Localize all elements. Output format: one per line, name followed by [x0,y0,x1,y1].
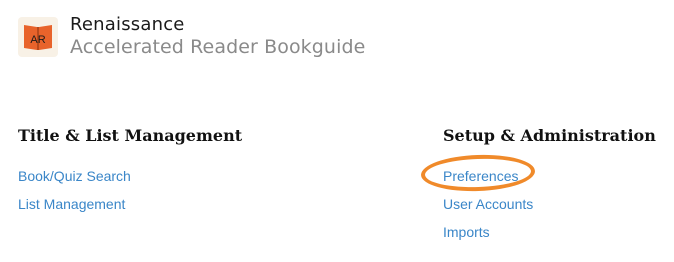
section-title: Title & List Management [18,126,243,145]
product-name: Accelerated Reader Bookguide [70,36,366,58]
setup-administration-section: Setup & Administration Preferences User … [443,126,656,251]
brand-name: Renaissance [70,14,185,35]
book-quiz-search-link[interactable]: Book/Quiz Search [18,167,242,195]
preferences-link[interactable]: Preferences [443,167,656,195]
imports-link[interactable]: Imports [443,223,656,251]
logo-text: AR [30,34,45,46]
user-accounts-link[interactable]: User Accounts [443,195,656,223]
app-header: AR Renaissance Accelerated Reader Bookgu… [18,15,365,57]
section-title: Setup & Administration [443,126,656,145]
list-management-link[interactable]: List Management [18,195,242,223]
brand-block: Renaissance Accelerated Reader Bookguide [70,15,365,57]
title-list-management-section: Title & List Management Book/Quiz Search… [18,126,242,223]
ar-logo-icon: AR [18,17,58,57]
